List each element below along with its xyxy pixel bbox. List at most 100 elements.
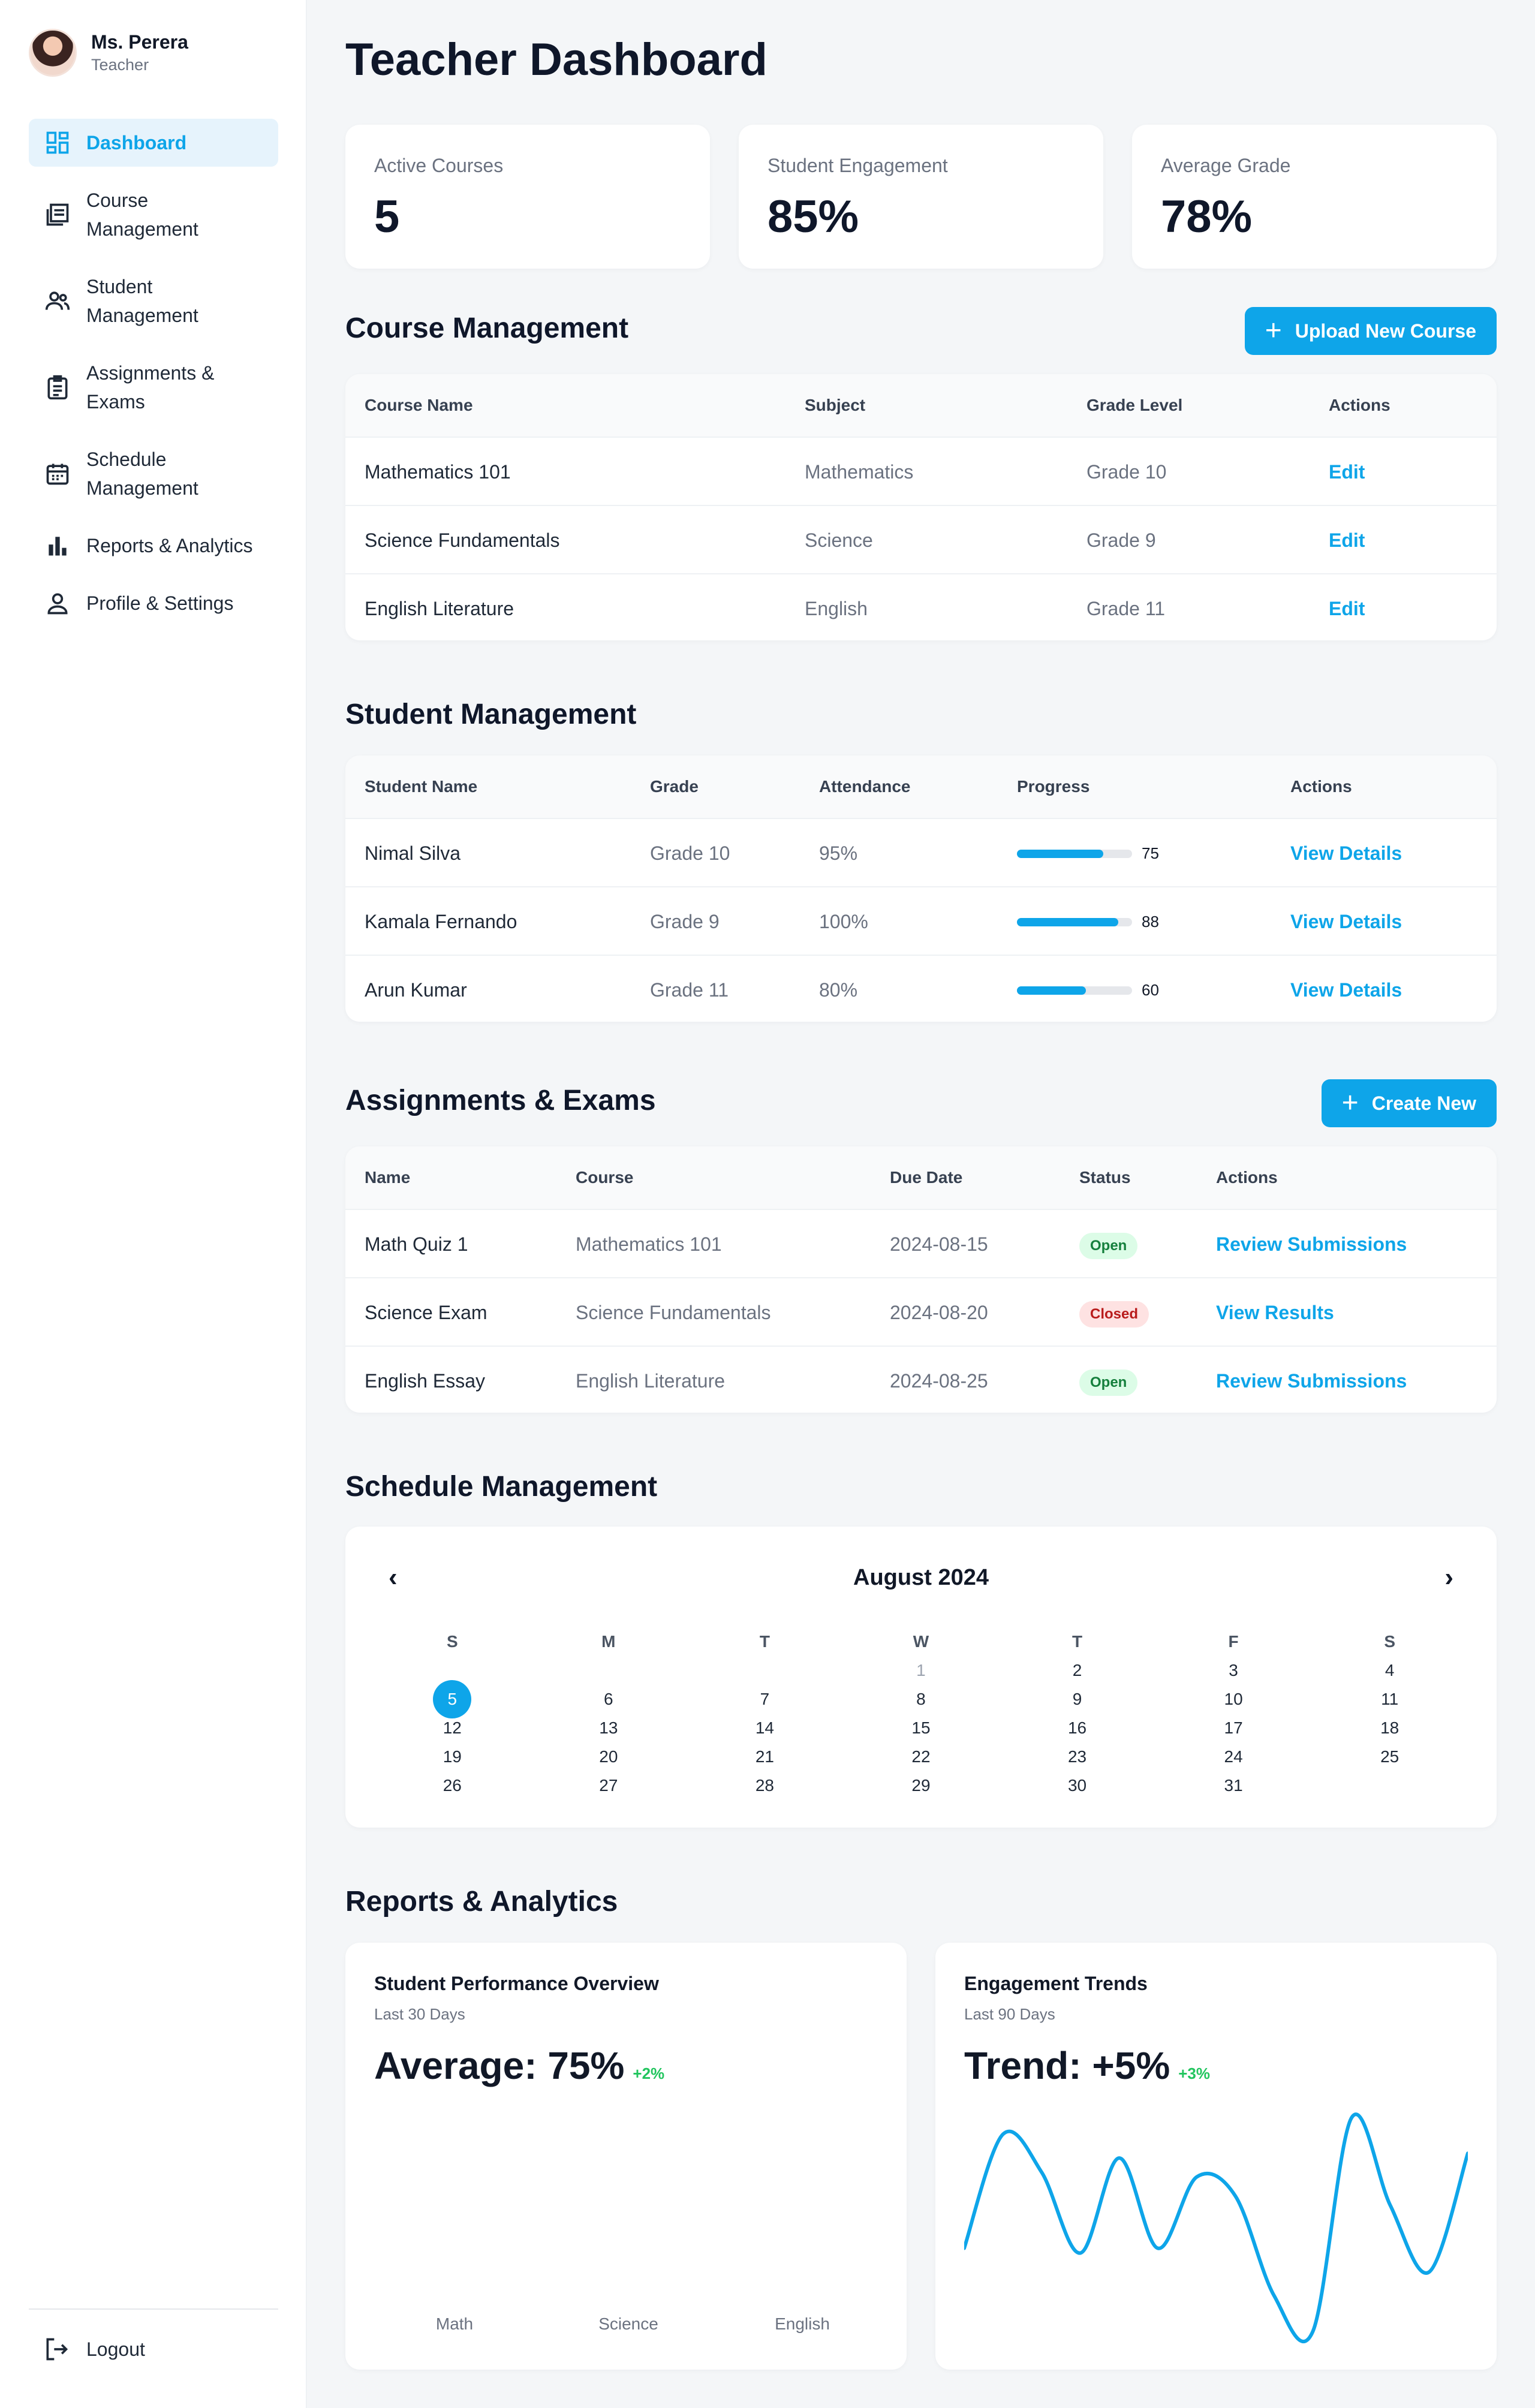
calendar-day-number: 23 [1067,1747,1087,1766]
calendar-day[interactable]: 9 [999,1685,1155,1714]
calendar-day[interactable]: 6 [531,1685,687,1714]
calendar-day[interactable]: 17 [1155,1714,1312,1742]
calendar-day[interactable]: 15 [843,1714,1000,1742]
user-profile[interactable]: Ms. Perera Teacher [29,29,188,77]
card-value: Average: 75% +2% [374,2043,664,2088]
edit-link[interactable]: Edit [1329,574,1365,640]
student-name: Nimal Silva [365,842,461,864]
logout-button[interactable]: Logout [43,2336,145,2362]
course-name: Science Fundamentals [365,529,560,551]
sidebar-item-profile[interactable]: Profile & Settings [29,579,278,627]
course-grade: Grade 10 [1086,461,1167,483]
calendar-day[interactable]: 22 [843,1742,1000,1771]
calendar-day[interactable]: 26 [374,1771,531,1800]
view-details-link[interactable]: View Details [1290,956,1402,1022]
course-subject: Mathematics [805,461,914,483]
calendar-day[interactable]: 10 [1155,1685,1312,1714]
weekday-label: S [1384,1632,1395,1651]
progress-fill [1017,986,1086,995]
calendar-day[interactable]: 8 [843,1685,1000,1714]
delta-badge: +2% [633,2064,665,2082]
calendar-day-number: 12 [443,1718,462,1737]
edit-link[interactable]: Edit [1329,506,1365,574]
calendar-day[interactable]: 14 [687,1714,843,1742]
calendar-day-number: 4 [1384,1661,1395,1679]
divider [29,2308,278,2310]
review-submissions-link[interactable]: Review Submissions [1216,1347,1407,1413]
calendar-day[interactable]: 13 [531,1714,687,1742]
progress-fill [1017,850,1103,858]
calendar-day[interactable]: 4 [1311,1656,1468,1685]
view-details-link[interactable]: View Details [1290,887,1402,956]
calendar-day-number: 11 [1381,1690,1399,1708]
calendar-day-number: 22 [911,1747,931,1766]
sidebar-item-dashboard[interactable]: Dashboard [29,119,278,167]
weekday-label: S [446,1632,458,1651]
bar-label-math: Math [435,2314,474,2333]
column-header: Subject [805,396,866,414]
plus-icon: + [1341,1087,1359,1119]
person-icon [43,589,72,618]
assignment-due-date: 2024-08-15 [890,1233,988,1255]
calendar-day-number: 18 [1380,1718,1399,1737]
calendar-day[interactable]: 24 [1155,1742,1312,1771]
view-results-link[interactable]: View Results [1216,1278,1334,1347]
calendar-day[interactable]: 7 [687,1685,843,1714]
calendar-day[interactable]: 29 [843,1771,1000,1800]
assignment-name: Science Exam [365,1302,487,1323]
sidebar-item-student-management[interactable]: Student Management [29,263,278,339]
stat-value: 85% [768,191,859,242]
stat-card-active-courses: Active Courses 5 [345,125,710,269]
calendar-day[interactable]: 28 [687,1771,843,1800]
calendar-day[interactable]: 27 [531,1771,687,1800]
calendar-day[interactable]: 16 [999,1714,1155,1742]
stat-card-engagement: Student Engagement 85% [739,125,1103,269]
calendar-day-number: 19 [443,1747,462,1766]
calendar-day-number: 27 [599,1776,618,1795]
calendar-day[interactable]: 31 [1155,1771,1312,1800]
edit-link[interactable]: Edit [1329,438,1365,506]
calendar-month: August 2024 [853,1565,989,1590]
calendar-day[interactable]: 18 [1311,1714,1468,1742]
review-submissions-link[interactable]: Review Submissions [1216,1210,1407,1278]
sidebar-item-course-management[interactable]: Course Management [29,176,278,253]
view-details-link[interactable]: View Details [1290,819,1402,887]
weekday-label: F [1228,1632,1239,1651]
weekday-label: M [601,1632,616,1651]
calendar-day-number: 10 [1224,1690,1243,1708]
calendar-empty [531,1656,687,1685]
calendar-day[interactable]: 23 [999,1742,1155,1771]
stat-label: Student Engagement [768,155,948,176]
calendar-day-number: 3 [1229,1661,1238,1679]
calendar-day[interactable]: 20 [531,1742,687,1771]
calendar-day[interactable]: 19 [374,1742,531,1771]
plus-icon: + [1265,315,1282,347]
calendar-day[interactable]: 1 [843,1656,1000,1685]
sidebar-item-label: Reports & Analytics [86,535,253,556]
calendar-day-number: 2 [1072,1661,1082,1679]
sidebar-item-assignments[interactable]: Assignments & Exams [29,349,278,426]
progress-value: 75 [1142,844,1159,862]
reports-section-title: Reports & Analytics [345,1886,618,1918]
assignment-course: English Literature [576,1370,726,1392]
user-role: Teacher [91,56,149,74]
sidebar-item-reports[interactable]: Reports & Analytics [29,522,278,570]
avatar [29,29,77,77]
calendar-day[interactable]: 21 [687,1742,843,1771]
column-header: Grade [650,777,699,796]
calendar-day-number: 6 [604,1690,613,1708]
calendar-day[interactable]: 2 [999,1656,1155,1685]
column-header: Course [576,1168,634,1187]
create-new-button[interactable]: + Create New [1321,1079,1497,1127]
course-subject: English [805,598,868,619]
chevron-right-icon[interactable]: › [1444,1563,1453,1593]
calendar-day[interactable]: 3 [1155,1656,1312,1685]
calendar-day[interactable]: 11 [1311,1685,1468,1714]
upload-course-button[interactable]: + Upload New Course [1244,307,1497,355]
calendar-day[interactable]: 30 [999,1771,1155,1800]
calendar-day[interactable]: 25 [1311,1742,1468,1771]
calendar-day[interactable]: 12 [374,1714,531,1742]
sidebar-item-schedule[interactable]: Schedule Management [29,435,278,512]
calendar-day[interactable]: 5 [374,1680,531,1718]
column-header: Name [365,1168,411,1187]
